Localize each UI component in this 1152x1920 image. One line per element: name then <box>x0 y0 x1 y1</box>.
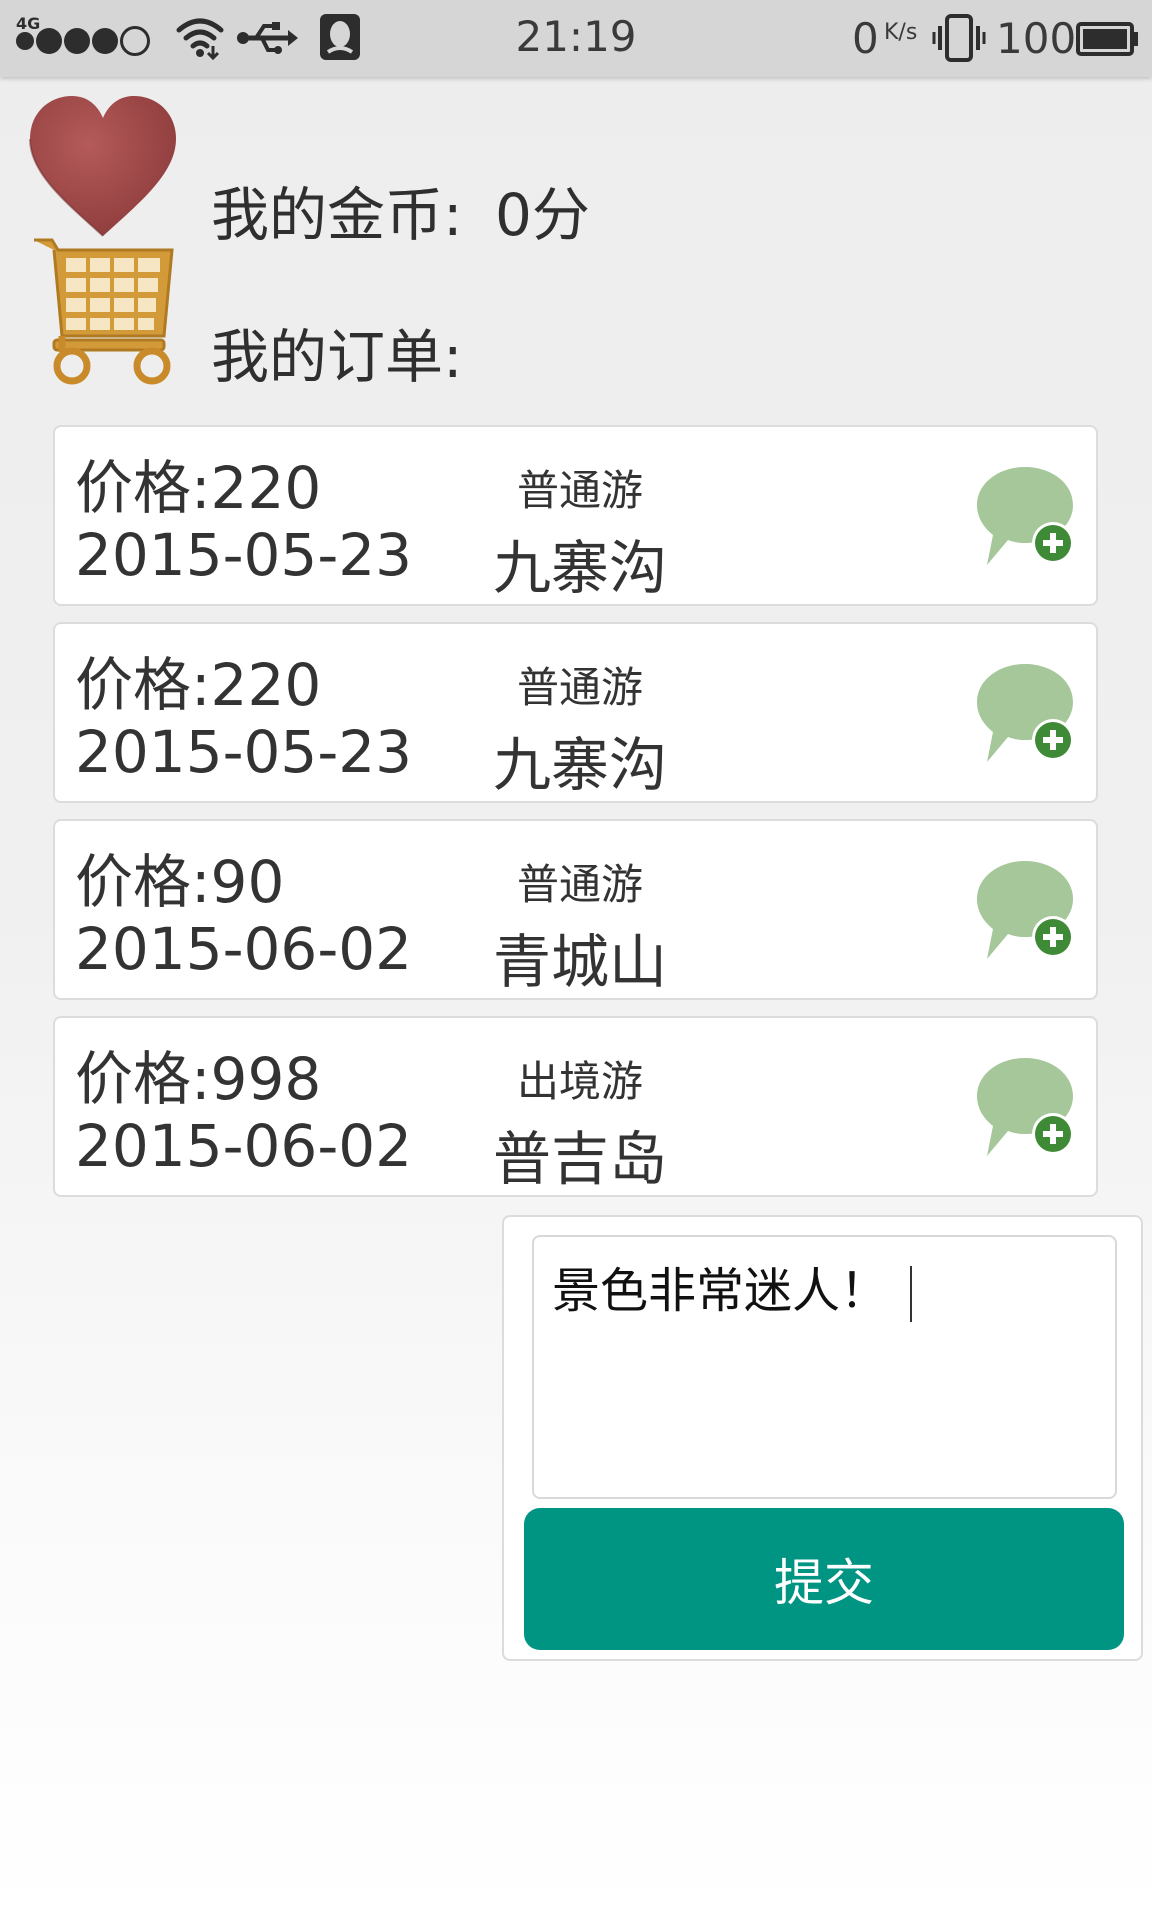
net-speed: 0 <box>852 14 879 63</box>
order-card[interactable]: 价格:998 2015-06-02 出境游 普吉岛 <box>53 1016 1098 1197</box>
net-speed-unit: K/s <box>884 20 918 45</box>
comment-add-icon[interactable] <box>973 855 1083 965</box>
heart-icon <box>28 94 178 248</box>
order-list: 价格:220 2015-05-23 普通游 九寨沟 价格:220 2015-05… <box>53 425 1098 1213</box>
coins-value: 0分 <box>494 181 590 249</box>
order-destination: 九寨沟 <box>492 534 667 602</box>
order-date: 2015-06-02 <box>75 1112 413 1180</box>
order-destination: 九寨沟 <box>492 731 667 799</box>
order-tour-type: 出境游 <box>516 1057 643 1106</box>
order-card[interactable]: 价格:220 2015-05-23 普通游 九寨沟 <box>53 622 1098 803</box>
comment-add-icon[interactable] <box>973 658 1083 768</box>
cart-icon <box>32 236 177 390</box>
coins-row: 我的金币: 0分 <box>211 168 590 252</box>
order-price: 价格:998 <box>75 1045 322 1113</box>
comment-text: 景色非常迷人！ <box>552 1263 889 1319</box>
battery-percent: 100 <box>996 14 1077 63</box>
order-tour-type: 普通游 <box>516 860 643 909</box>
order-price: 价格:220 <box>75 454 322 522</box>
order-price: 价格:220 <box>75 651 322 719</box>
submit-button[interactable]: 提交 <box>524 1508 1124 1650</box>
text-cursor <box>910 1266 913 1322</box>
comment-panel: 景色非常迷人！ 提交 <box>502 1215 1143 1661</box>
comment-input[interactable]: 景色非常迷人！ <box>532 1235 1117 1499</box>
vibrate-icon <box>932 14 986 66</box>
order-date: 2015-05-23 <box>75 718 413 786</box>
order-tour-type: 普通游 <box>516 663 643 712</box>
order-destination: 普吉岛 <box>492 1125 667 1193</box>
status-bar: 4G 21:19 0 K/s 100 <box>0 0 1152 77</box>
order-tour-type: 普通游 <box>516 466 643 515</box>
comment-add-icon[interactable] <box>973 461 1083 571</box>
order-card[interactable]: 价格:220 2015-05-23 普通游 九寨沟 <box>53 425 1098 606</box>
order-destination: 青城山 <box>492 928 667 996</box>
order-date: 2015-06-02 <box>75 915 413 983</box>
coins-label: 我的金币: <box>211 181 463 249</box>
comment-add-icon[interactable] <box>973 1052 1083 1162</box>
orders-heading: 我的订单: <box>211 323 463 391</box>
order-price: 价格:90 <box>75 848 285 916</box>
order-card[interactable]: 价格:90 2015-06-02 普通游 青城山 <box>53 819 1098 1000</box>
order-date: 2015-05-23 <box>75 521 413 589</box>
battery-icon <box>1076 22 1140 60</box>
